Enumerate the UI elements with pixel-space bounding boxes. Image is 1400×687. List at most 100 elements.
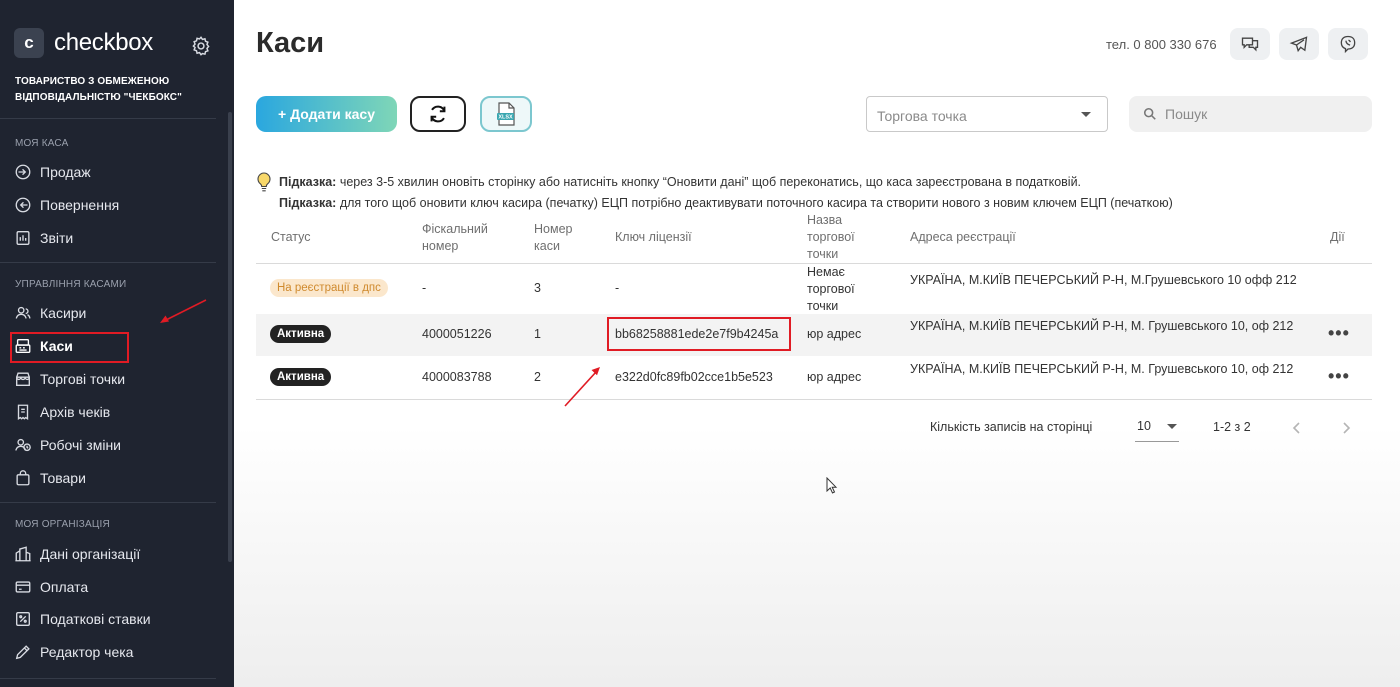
chat-button[interactable] [1230, 28, 1270, 60]
payment-icon [15, 581, 31, 593]
column-header-license-key[interactable]: Ключ ліцензії [615, 229, 692, 246]
address-cell: УКРАЇНА, М.КИЇВ ПЕЧЕРСЬКИЙ Р-Н, М. Груше… [910, 319, 1294, 333]
section-my-cash: МОЯ КАСА [15, 138, 69, 149]
logo-text: checkbox [54, 29, 153, 56]
section-my-organization: МОЯ ОРГАНІЗАЦІЯ [15, 519, 110, 530]
sidebar-item-payment[interactable]: Оплата [14, 576, 88, 598]
refresh-button[interactable] [410, 96, 466, 132]
export-xlsx-button[interactable]: XLSX [480, 96, 532, 132]
sidebar-item-work-shifts[interactable]: Робочі зміни [14, 434, 121, 456]
column-header-address[interactable]: Адреса реєстрації [910, 229, 1016, 246]
sidebar-item-org-data[interactable]: Дані організації [14, 543, 140, 565]
sidebar-item-label: Продаж [40, 164, 91, 180]
column-header-fiscal-number[interactable]: Фіскальний номер [422, 221, 512, 255]
receipt-editor-icon [15, 645, 30, 660]
sidebar-item-sale[interactable]: Продаж [14, 161, 91, 183]
telegram-button[interactable] [1279, 28, 1319, 60]
archive-icon [17, 404, 29, 420]
chevron-down-icon [1167, 424, 1177, 429]
support-phone[interactable]: тел. 0 800 330 676 [1106, 37, 1217, 52]
pagination-range: 1-2 з 2 [1213, 420, 1251, 434]
logo[interactable]: c checkbox [14, 28, 153, 58]
sidebar-item-label: Податкові ставки [40, 611, 151, 627]
sidebar-item-cashiers[interactable]: Касири [14, 302, 86, 324]
sidebar-item-tax-rates[interactable]: Податкові ставки [14, 608, 151, 630]
license-key-cell[interactable]: e322d0fc89fb02cce1b5e523 [615, 369, 773, 386]
status-badge: Активна [270, 325, 332, 343]
table-row[interactable]: На реєстрації в дпс - 3 - Немає торгової… [256, 264, 1372, 314]
search-icon [1143, 107, 1156, 120]
main-content: Каси тел. 0 800 330 676 + Додати касу XL… [234, 0, 1400, 687]
sidebar-item-return[interactable]: Повернення [14, 194, 119, 216]
cashiers-icon [15, 306, 31, 319]
sidebar-divider [0, 678, 216, 679]
sidebar-item-label: Торгові точки [40, 371, 126, 387]
sidebar-item-receipt-archive[interactable]: Архів чеків [14, 401, 110, 423]
column-header-status[interactable]: Статус [271, 229, 311, 246]
store-select-placeholder: Торгова точка [877, 108, 967, 124]
fiscal-number-cell: - [422, 281, 427, 295]
sidebar-divider [0, 262, 216, 263]
store-name-cell: юр адрес [807, 327, 862, 341]
viber-button[interactable] [1328, 28, 1368, 60]
return-icon [15, 197, 31, 213]
search-input[interactable]: Пошук [1129, 96, 1372, 132]
register-number-cell: 3 [534, 281, 541, 295]
column-header-store-name[interactable]: Назва торгової точки [807, 212, 873, 263]
hint-line: Підказка: через 3-5 хвилин оновіть сторі… [279, 175, 1082, 189]
xlsx-label: XLSX [498, 115, 513, 121]
add-cash-register-button[interactable]: + Додати касу [256, 96, 397, 132]
annotation-highlight-cash-registers [10, 332, 129, 363]
sidebar-scrollbar[interactable] [228, 112, 232, 562]
shifts-icon [15, 438, 31, 452]
store-name-cell: Немає торгової точки [807, 265, 855, 313]
viber-icon [1340, 35, 1356, 54]
column-header-actions: Дії [1330, 230, 1345, 244]
store-name-cell: юр адрес [807, 370, 862, 384]
sidebar-item-reports[interactable]: Звіти [14, 227, 73, 249]
sidebar-divider [0, 502, 216, 503]
tax-icon [16, 612, 30, 626]
org-data-icon [15, 546, 31, 562]
sidebar-item-label: Архів чеків [40, 404, 111, 420]
table-row[interactable]: Активна 4000051226 1 bb68258881ede2e7f9b… [256, 314, 1372, 356]
column-header-register-number[interactable]: Номер каси [534, 221, 584, 255]
register-number-cell: 1 [534, 327, 541, 341]
lightbulb-icon [257, 172, 271, 192]
sidebar-item-label: Касири [40, 305, 87, 321]
status-badge: Активна [270, 368, 332, 386]
sidebar-item-label: Робочі зміни [40, 437, 122, 453]
sidebar-item-label: Дані організації [40, 546, 141, 562]
telegram-icon [1289, 36, 1308, 53]
per-page-label: Кількість записів на сторінці [930, 420, 1093, 434]
sidebar-item-goods[interactable]: Товари [14, 467, 86, 489]
annotation-highlight-license-key [607, 317, 791, 351]
report-icon [16, 231, 30, 245]
per-page-select[interactable]: 10 [1135, 418, 1179, 442]
address-cell: УКРАЇНА, М.КИЇВ ПЕЧЕРСЬКИЙ Р-Н, М.Грушев… [910, 273, 1297, 287]
sidebar-item-stores[interactable]: Торгові точки [14, 368, 125, 390]
sidebar-item-label: Повернення [40, 197, 120, 213]
row-actions-menu[interactable]: ••• [1328, 366, 1350, 387]
sidebar-item-receipt-editor[interactable]: Редактор чека [14, 641, 133, 663]
fiscal-number-cell: 4000083788 [422, 370, 492, 384]
logo-mark-icon: c [14, 28, 44, 58]
sale-icon [15, 164, 31, 180]
page-title: Каси [256, 27, 325, 59]
chevron-down-icon [1081, 112, 1091, 117]
chat-icon [1241, 37, 1259, 52]
mouse-cursor-icon [826, 477, 838, 494]
search-placeholder: Пошук [1165, 106, 1208, 122]
table-row[interactable]: Активна 4000083788 2 e322d0fc89fb02cce1b… [256, 356, 1372, 400]
license-key-cell: - [615, 281, 620, 295]
refresh-icon [430, 105, 446, 123]
row-actions-menu[interactable]: ••• [1328, 323, 1350, 344]
address-cell: УКРАЇНА, М.КИЇВ ПЕЧЕРСЬКИЙ Р-Н, М. Груше… [910, 362, 1294, 376]
previous-page-icon[interactable] [1290, 420, 1304, 436]
sidebar-divider [0, 118, 216, 119]
sidebar-item-label: Звіти [40, 230, 74, 246]
sidebar-item-label: Товари [40, 470, 86, 486]
gear-icon[interactable] [190, 35, 212, 57]
next-page-icon[interactable] [1339, 420, 1353, 436]
store-select[interactable]: Торгова точка [866, 96, 1108, 132]
